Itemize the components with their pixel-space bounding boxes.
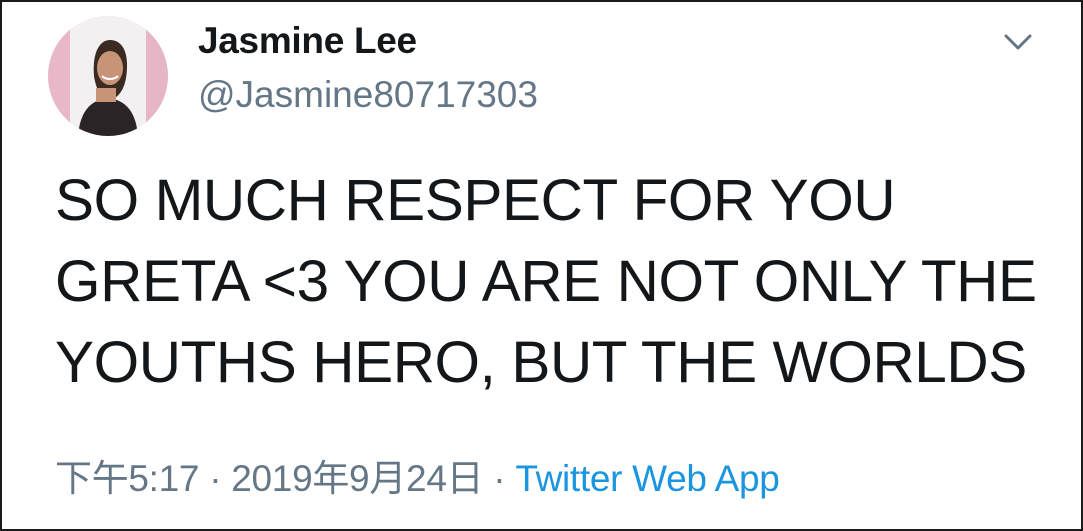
tweet-date[interactable]: 2019年9月24日 <box>231 458 483 499</box>
author-avatar[interactable] <box>48 16 168 136</box>
tweet-metadata: 下午5:17 · 2019年9月24日 · Twitter Web App <box>55 448 780 502</box>
chevron-down-icon <box>1004 34 1032 50</box>
tweet-card: Jasmine Lee @Jasmine80717303 SO MUCH RES… <box>0 0 1083 531</box>
separator-dot: · <box>493 458 506 499</box>
author-display-name[interactable]: Jasmine Lee <box>198 20 417 62</box>
author-handle[interactable]: @Jasmine80717303 <box>198 74 538 116</box>
tweet-menu-button[interactable] <box>998 26 1038 58</box>
separator-dot: · <box>209 458 222 499</box>
tweet-source-link[interactable]: Twitter Web App <box>515 458 780 499</box>
tweet-time[interactable]: 下午5:17 <box>55 458 200 499</box>
tweet-text: SO MUCH RESPECT FOR YOU GRETA <3 YOU ARE… <box>55 168 1037 395</box>
avatar-photo-icon <box>48 16 168 136</box>
